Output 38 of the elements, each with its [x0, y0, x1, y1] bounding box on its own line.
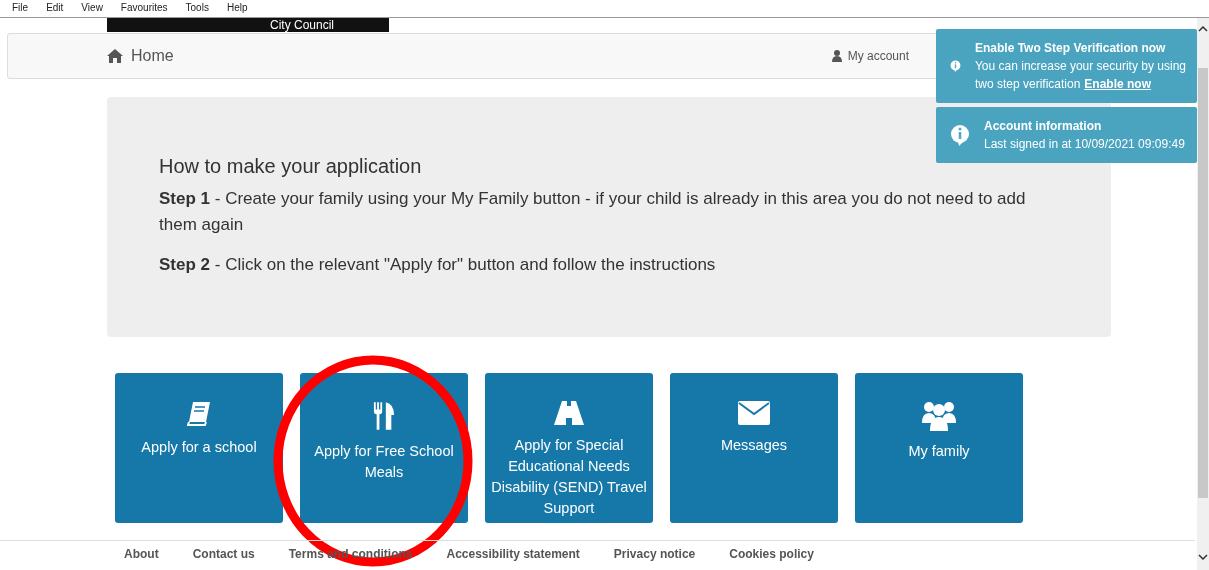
menu-item[interactable]: Favourites — [120, 0, 168, 17]
scrollbar[interactable] — [1197, 18, 1209, 570]
menu-item[interactable]: Tools — [185, 0, 209, 17]
notification-title: Account information — [984, 118, 1103, 135]
scroll-thumb[interactable] — [1198, 68, 1208, 498]
footer-link[interactable]: Cookies policy — [729, 547, 814, 561]
scroll-down-icon[interactable] — [1198, 554, 1208, 560]
cutlery-icon — [373, 401, 395, 431]
tile-button[interactable]: Apply for Free School Meals — [300, 373, 468, 523]
tile-button[interactable]: My family — [855, 373, 1023, 523]
panel-title: How to make your application — [159, 155, 423, 178]
notification-text: Last signed in at 10/09/2021 09:09:49 — [984, 136, 1185, 153]
step-text: Step 1 - Create your family using your My Family button - if your child is already in this area you do not need to add them again — [159, 188, 1027, 236]
footer-link[interactable]: Contact us — [192, 547, 255, 561]
user-icon — [831, 50, 842, 62]
footer-link[interactable]: Privacy notice — [613, 547, 696, 561]
notification-title: Enable Two Step Verification now — [974, 40, 1167, 57]
scroll-up-icon[interactable] — [1198, 26, 1208, 32]
logo: City Council — [107, 18, 389, 32]
road-icon — [554, 401, 584, 425]
home-icon — [107, 49, 123, 63]
footer-link[interactable]: About — [124, 547, 159, 561]
notification-text: You can increase your security by using two step verification Enable now — [974, 58, 1187, 93]
users-icon — [922, 401, 956, 431]
tile-button[interactable]: Apply for a school — [115, 373, 283, 523]
book-icon — [187, 401, 211, 427]
tile-button[interactable]: Apply for Special Educational Needs Disability (SEND) Travel Support — [485, 373, 653, 523]
footer-link[interactable]: Accessibility statement — [446, 547, 580, 561]
envelope-icon — [738, 401, 770, 425]
menu-item[interactable]: Help — [226, 0, 248, 17]
nav-link[interactable]: My account — [831, 49, 909, 63]
menu-item[interactable]: View — [81, 0, 103, 17]
tile-button[interactable]: Messages — [670, 373, 838, 523]
info-icon — [950, 124, 970, 146]
menu-item[interactable]: Edit — [46, 0, 64, 17]
menu-item[interactable]: File — [12, 0, 29, 17]
home-link[interactable]: Home — [107, 47, 174, 65]
step-text: Step 2 - Click on the relevant "Apply for" button and follow the instructions — [159, 254, 717, 276]
